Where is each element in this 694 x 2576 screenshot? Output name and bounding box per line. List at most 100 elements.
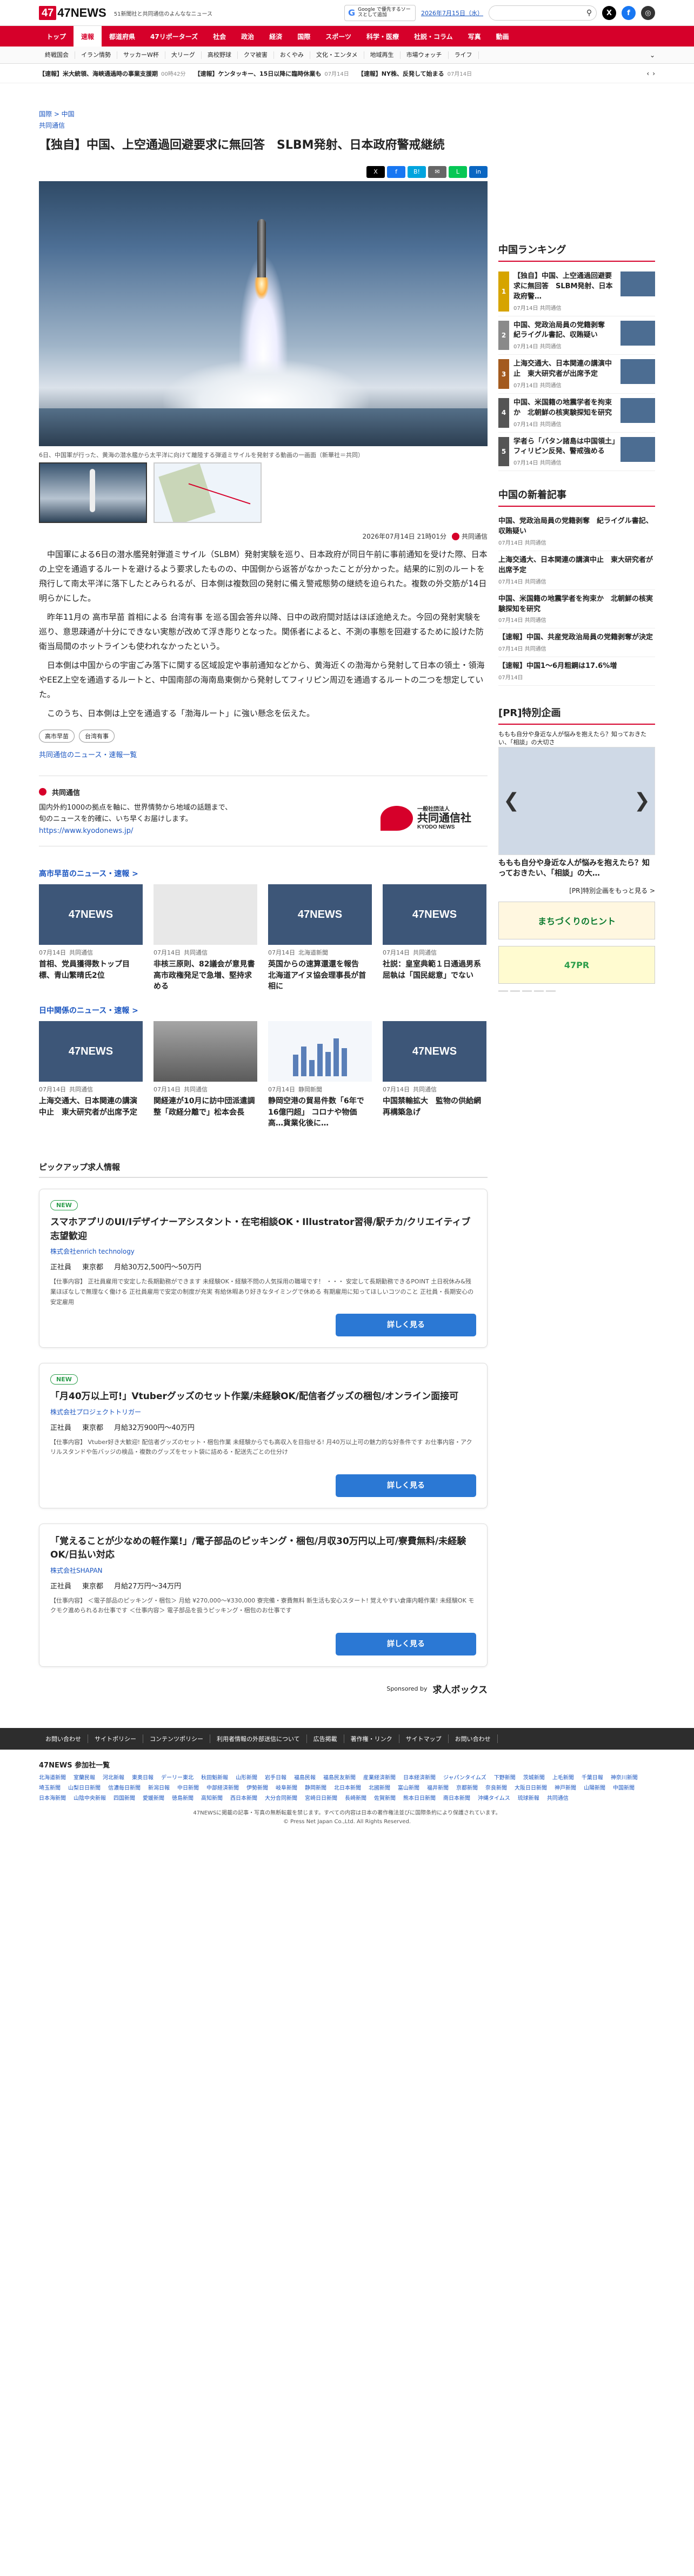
date-link[interactable]: 2026年7月15日（水） — [421, 9, 483, 17]
participant-link[interactable]: 佐賀新聞 — [374, 1793, 396, 1802]
news-card-image[interactable] — [154, 884, 257, 945]
nav-item-5[interactable]: 政治 — [233, 26, 262, 47]
participant-link[interactable]: 千葉日報 — [582, 1773, 603, 1781]
site-logo[interactable]: 47 47NEWS — [39, 6, 106, 20]
subnav-item-8[interactable]: 地域再生 — [364, 51, 401, 59]
participant-link[interactable]: 上毛新聞 — [552, 1773, 574, 1781]
ticker-item[interactable]: 【速報】ケンタッキー、15日以降に臨時休業も 07月14日 — [194, 69, 349, 78]
subnav-item-1[interactable]: イラン情勢 — [75, 51, 117, 59]
share-facebook-icon[interactable]: f — [387, 165, 405, 178]
nav-item-7[interactable]: 国際 — [290, 26, 318, 47]
carousel-next-icon[interactable]: ❯ — [634, 790, 650, 812]
new-article-item[interactable]: 中国、党政治局員の党籍剥奪 紀ライグル書記、収賄疑い 07月14日 共同通信 — [498, 512, 655, 551]
participant-link[interactable]: 伊勢新聞 — [246, 1783, 268, 1791]
participant-link[interactable]: 東奥日報 — [132, 1773, 154, 1781]
news-card-image[interactable] — [268, 1021, 372, 1082]
participant-link[interactable]: 山形新聞 — [236, 1773, 257, 1781]
subnav-item-10[interactable]: ライフ — [449, 51, 479, 59]
news-card[interactable]: 47NEWS 07月14日 共同通信 社説：皇室典範１日通過男系屈執は「国民総意」でな… — [383, 884, 486, 992]
news-card[interactable]: 47NEWS 07月14日 共同通信 上海交通大、日本関連の講演中止 東大研究者が出席… — [39, 1021, 143, 1129]
participant-link[interactable]: 静岡新聞 — [305, 1783, 326, 1791]
participant-link[interactable]: 徳島新聞 — [172, 1793, 193, 1802]
news-card-image[interactable] — [154, 1021, 257, 1082]
ranking-item[interactable]: 4 中国、米国籍の地震学者を拘束か 北朝鮮の核実験探知を研究 07月14日 共同通信 — [498, 394, 655, 433]
subnav-item-6[interactable]: おくやみ — [274, 51, 310, 59]
participant-link[interactable]: デーリー東北 — [161, 1773, 193, 1781]
participant-link[interactable]: ジャパンタイムズ — [443, 1773, 486, 1781]
share-mail-icon[interactable]: ✉ — [428, 165, 446, 178]
job-title[interactable]: スマホアプリのUI/Iデザイナーアシスタント・在宅相談OK・Illustrato… — [50, 1216, 476, 1243]
nav-item-10[interactable]: 社説・コラム — [406, 26, 461, 47]
participant-link[interactable]: 中部経済新聞 — [206, 1783, 239, 1791]
participant-link[interactable]: 神奈川新聞 — [611, 1773, 638, 1781]
participant-link[interactable]: 大阪日日新聞 — [515, 1783, 547, 1791]
new-article-item[interactable]: 【速報】中国1〜6月粗鋼は17.6%増 07月14日 — [498, 657, 655, 686]
participant-link[interactable]: 宮崎日日新聞 — [305, 1793, 337, 1802]
ranking-thumbnail[interactable] — [620, 271, 655, 296]
share-hatena-icon[interactable]: B! — [408, 165, 426, 178]
ranking-thumbnail[interactable] — [620, 359, 655, 385]
article-hero-image[interactable] — [39, 181, 488, 446]
subnav-item-5[interactable]: クマ被害 — [238, 51, 274, 59]
participant-link[interactable]: 山梨日日新聞 — [68, 1783, 101, 1791]
participant-link[interactable]: 新潟日報 — [148, 1783, 170, 1791]
nav-item-12[interactable]: 動画 — [489, 26, 517, 47]
nav-item-2[interactable]: 都道府県 — [102, 26, 143, 47]
footer-nav-item[interactable]: 利用者情報の外部送信について — [210, 1734, 307, 1743]
nav-item-6[interactable]: 経済 — [262, 26, 290, 47]
participant-link[interactable]: 福島民報 — [294, 1773, 316, 1781]
kyodo-logo[interactable]: 一般社団法人 共同通信社 KYODO NEWS — [381, 801, 471, 836]
ranking-item[interactable]: 2 中国、党政治局員の党籍剥奪 紀ライグル書記、収賄疑い 07月14日 共同通信 — [498, 316, 655, 355]
participant-link[interactable]: 岩手日報 — [265, 1773, 286, 1781]
participant-link[interactable]: 日本経済新聞 — [403, 1773, 436, 1781]
subnav-item-0[interactable]: 終戦国会 — [39, 51, 75, 59]
participant-link[interactable]: 高知新聞 — [201, 1793, 223, 1802]
job-detail-button[interactable]: 詳しく見る — [336, 1632, 476, 1655]
nav-item-11[interactable]: 写真 — [461, 26, 489, 47]
subnav-item-3[interactable]: 大リーグ — [165, 51, 202, 59]
share-x-icon[interactable]: X — [366, 165, 385, 178]
pr-more-link[interactable]: [PR]特別企画をもっと見る > — [498, 886, 655, 895]
article-tag[interactable]: 台湾有事 — [79, 729, 115, 743]
article-source[interactable]: 共同通信 — [39, 121, 488, 130]
participant-link[interactable]: 沖縄タイムス — [478, 1793, 510, 1802]
footer-nav-item[interactable]: 著作権・リンク — [344, 1734, 399, 1743]
participant-link[interactable]: 琉球新報 — [518, 1793, 539, 1802]
participant-link[interactable]: 山陽新聞 — [584, 1783, 605, 1791]
news-card-image[interactable]: 47NEWS — [39, 884, 143, 945]
nav-item-9[interactable]: 科学・医療 — [359, 26, 406, 47]
participant-link[interactable]: 茨城新聞 — [523, 1773, 545, 1781]
nav-item-1[interactable]: 速報 — [74, 26, 102, 47]
sponsor-logo[interactable]: 求人ボックス — [433, 1682, 488, 1696]
pr-title[interactable]: ももも自分や身近な人が悩みを抱えたら？知っておきたい、「相談」の大… — [498, 858, 655, 879]
carousel-prev-icon[interactable]: ❮ — [503, 790, 519, 812]
ticker-item[interactable]: 【速報】NY株、反発して始まる 07月14日 — [358, 69, 472, 78]
ticker-item[interactable]: 【速報】米大統領、海峡通過時の事業支援期 00時42分 — [39, 69, 185, 78]
participant-link[interactable]: 四国新聞 — [114, 1793, 135, 1802]
ad-banner-47pr[interactable]: 47PR — [498, 946, 655, 984]
news-card[interactable]: 47NEWS 07月14日 共同通信 中国禁輸拡大 監物の供給網再構築急げ — [383, 1021, 486, 1129]
news-card[interactable]: 07月14日 共同通信 非核三原則、82議会が意見書 高市政権発足で急増、堅持求める — [154, 884, 262, 992]
nav-item-8[interactable]: スポーツ — [318, 26, 359, 47]
subnav-item-4[interactable]: 高校野球 — [202, 51, 238, 59]
thumbnail-map[interactable] — [154, 462, 262, 523]
nav-item-0[interactable]: トップ — [39, 26, 74, 47]
job-title[interactable]: 「覚えることが少なめの軽作業!」/電子部品のピッキング・梱包/月収30万円以上可… — [50, 1535, 476, 1562]
ad-banner-machizukuri[interactable]: まちづくりのヒント — [498, 902, 655, 939]
participant-link[interactable]: 共同通信 — [547, 1793, 569, 1802]
chevron-right-icon[interactable]: › — [652, 70, 655, 77]
participant-link[interactable]: 大分合同新聞 — [265, 1793, 297, 1802]
news-card-image[interactable]: 47NEWS — [383, 884, 486, 945]
share-line-icon[interactable]: L — [449, 165, 467, 178]
chevron-left-icon[interactable]: ‹ — [646, 70, 649, 77]
participant-link[interactable]: 下野新聞 — [494, 1773, 516, 1781]
participant-link[interactable]: 中国新聞 — [613, 1783, 635, 1791]
participant-link[interactable]: 山陰中央新報 — [74, 1793, 106, 1802]
participant-link[interactable]: 愛媛新聞 — [143, 1793, 164, 1802]
article-tag[interactable]: 高市早苗 — [39, 729, 75, 743]
footer-nav-item[interactable]: お問い合わせ — [449, 1734, 498, 1743]
participant-link[interactable]: 日本海新聞 — [39, 1793, 66, 1802]
footer-nav-item[interactable]: 広告掲載 — [307, 1734, 344, 1743]
news-card[interactable]: 07月14日 静岡新聞 静岡空港の貿易件数「6年で16億円超」 コロナや物価高…貨業… — [268, 1021, 372, 1129]
participant-link[interactable]: 室蘭民報 — [74, 1773, 95, 1781]
